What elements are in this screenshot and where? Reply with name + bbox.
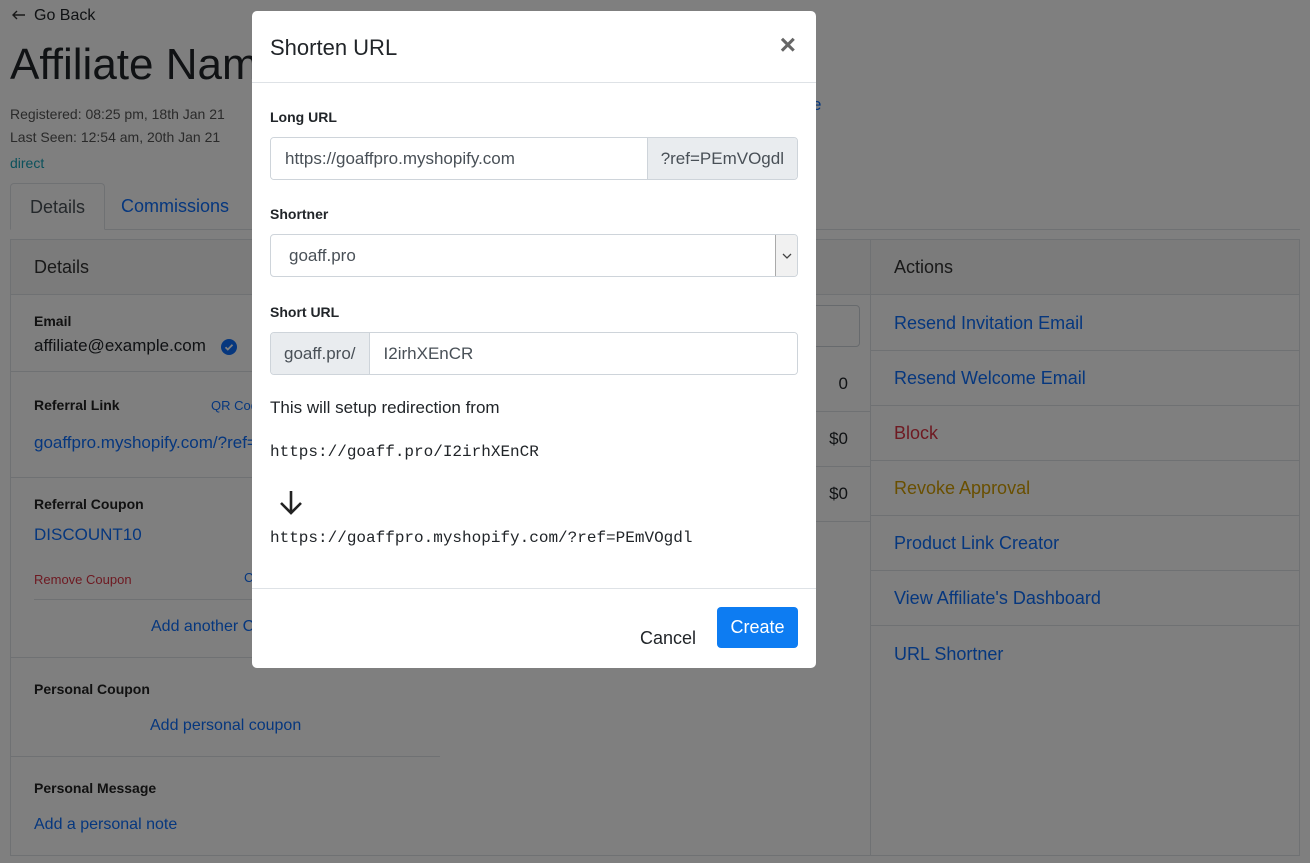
short-url-label: Short URL: [270, 304, 340, 320]
redirect-from-url: https://goaff.pro/I2irhXEnCR: [270, 443, 539, 461]
short-url-prefix: goaff.pro/: [271, 333, 370, 374]
redirect-description: This will setup redirection from: [270, 398, 500, 417]
short-url-input-group: goaff.pro/ I2irhXEnCR: [270, 332, 798, 375]
arrow-down-icon: [276, 488, 306, 523]
create-button[interactable]: Create: [717, 607, 798, 648]
modal-header: Shorten URL ×: [252, 11, 816, 83]
shortner-select[interactable]: goaff.pro: [270, 234, 798, 277]
cancel-button[interactable]: Cancel: [640, 618, 696, 659]
long-url-input[interactable]: https://goaffpro.myshopify.com: [271, 138, 647, 179]
close-icon[interactable]: ×: [780, 31, 796, 59]
short-url-input[interactable]: I2irhXEnCR: [369, 333, 797, 374]
shorten-url-modal: Shorten URL × Long URL https://goaffpro.…: [252, 11, 816, 668]
shortner-selected-value: goaff.pro: [289, 246, 356, 265]
long-url-input-group: https://goaffpro.myshopify.com ?ref=PEmV…: [270, 137, 798, 180]
long-url-suffix: ?ref=PEmVOgdl: [646, 138, 797, 179]
redirect-to-url: https://goaffpro.myshopify.com/?ref=PEmV…: [270, 529, 693, 547]
shortner-label: Shortner: [270, 206, 329, 222]
long-url-label: Long URL: [270, 109, 337, 125]
modal-title: Shorten URL: [270, 35, 398, 60]
chevron-down-icon[interactable]: [775, 235, 797, 276]
